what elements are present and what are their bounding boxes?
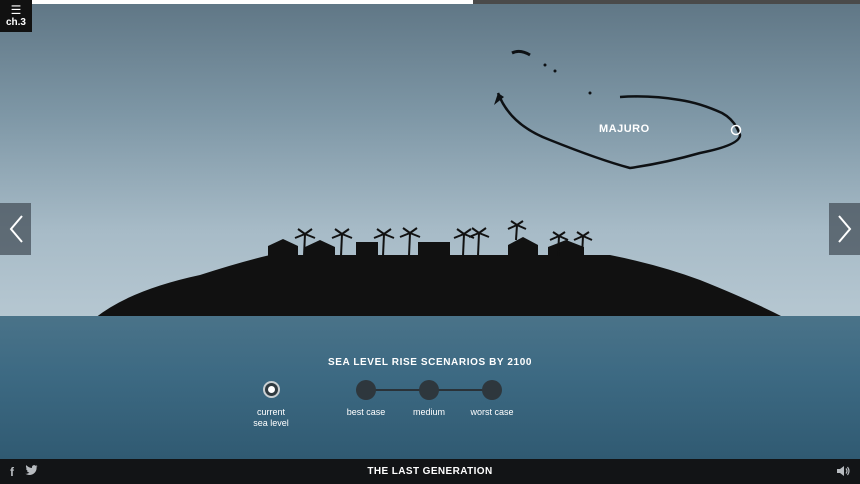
current-sea-level-toggle[interactable]: [263, 381, 280, 398]
scenarios-title: SEA LEVEL RISE SCENARIOS BY 2100: [327, 357, 533, 368]
menu-icon: ☰: [10, 3, 22, 17]
chapter-label: ch.3: [5, 17, 26, 28]
next-button[interactable]: [829, 203, 860, 255]
best-case-toggle[interactable]: [356, 380, 376, 400]
progress-fill: [0, 0, 473, 4]
sound-icon[interactable]: [836, 465, 850, 477]
atoll-label: MAJURO: [599, 123, 650, 135]
chevron-right-icon: [837, 215, 851, 243]
island-silhouette: [95, 220, 785, 318]
chevron-left-icon: [9, 215, 23, 243]
medium-toggle[interactable]: [419, 380, 439, 400]
worst-case-label: worst case: [470, 407, 514, 417]
chapter-menu-button[interactable]: ☰ ch.3: [0, 0, 32, 32]
progress-bar: [0, 0, 860, 4]
previous-button[interactable]: [0, 203, 31, 255]
worst-case-toggle[interactable]: [482, 380, 502, 400]
site-title: THE LAST GENERATION: [367, 466, 493, 477]
majuro-atoll-map: [494, 49, 742, 170]
current-sea-level-label: current sea level: [253, 407, 289, 428]
